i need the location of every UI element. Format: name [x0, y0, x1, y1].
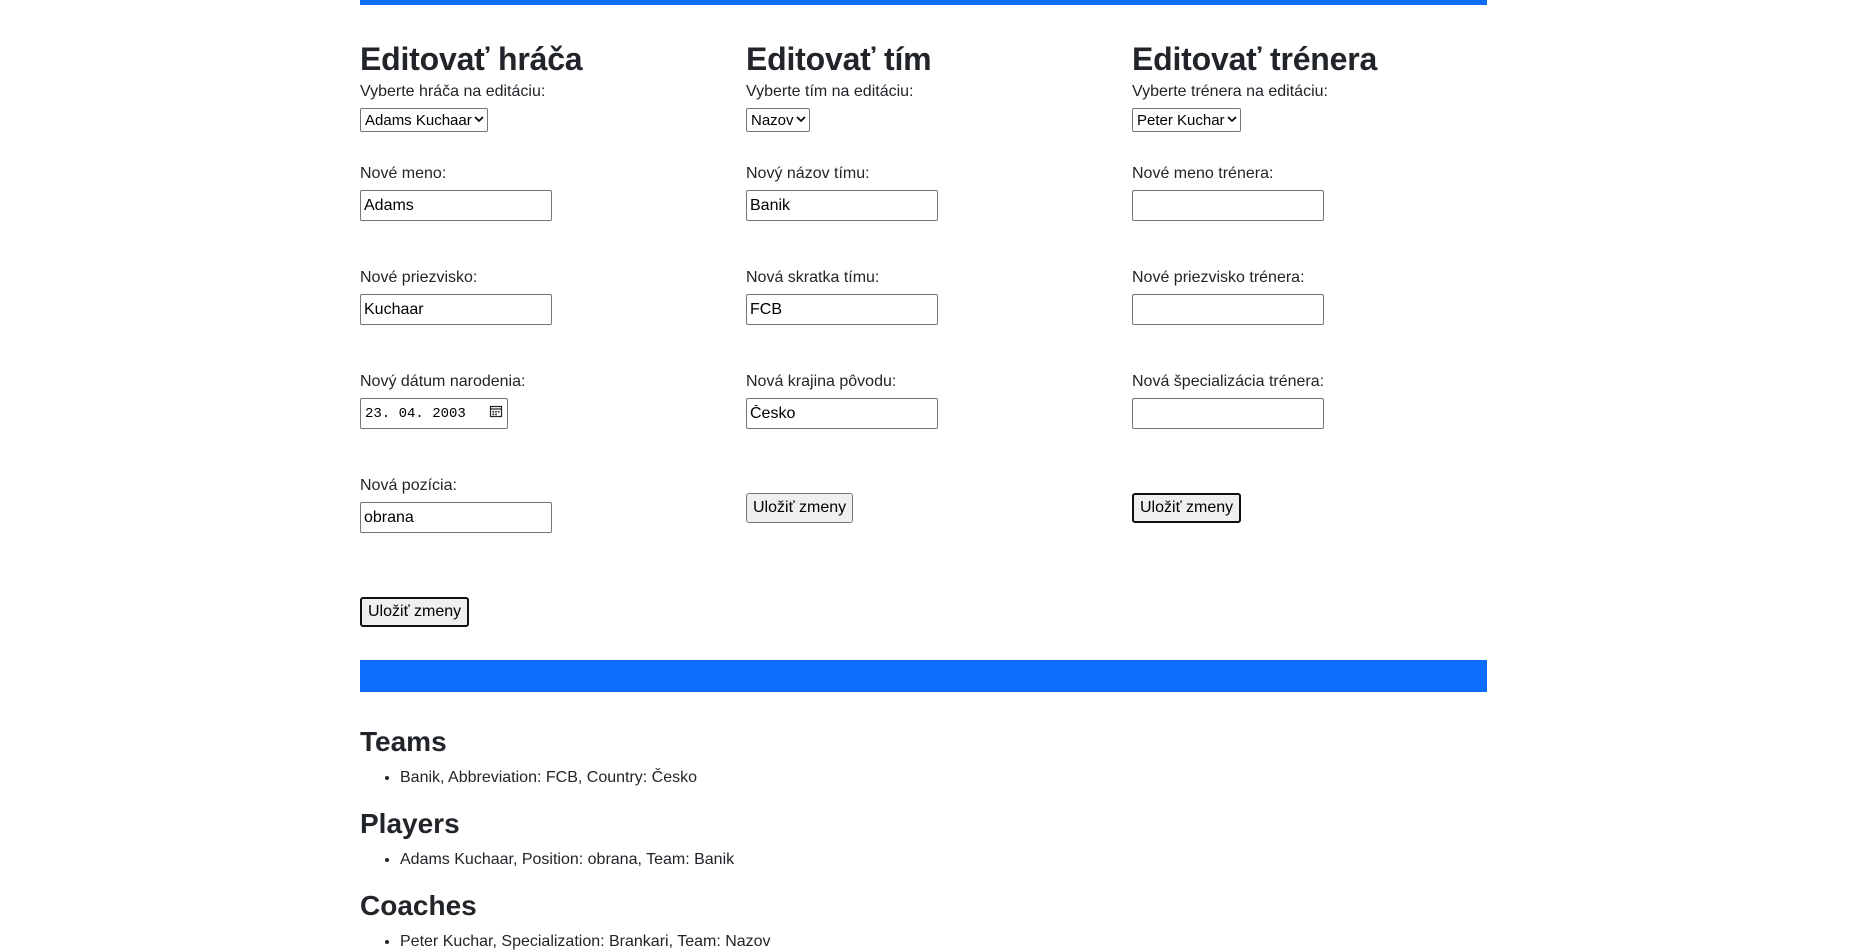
team-abbr-input[interactable]	[746, 294, 938, 325]
players-heading: Players	[360, 808, 460, 839]
player-surname-input[interactable]	[360, 294, 552, 325]
coach-name-input[interactable]	[1132, 190, 1324, 221]
team-form-title: Editovať tím	[746, 41, 932, 77]
player-position-label: Nová pozícia:	[360, 477, 457, 494]
calendar-icon[interactable]	[489, 404, 503, 423]
player-birth-label: Nový dátum narodenia:	[360, 373, 526, 390]
list-item: Peter Kuchar, Specialization: Brankari, …	[400, 932, 1487, 952]
coach-spec-input[interactable]	[1132, 398, 1324, 429]
chevron-down-icon	[1226, 115, 1237, 126]
teams-heading: Teams	[360, 726, 447, 757]
coaches-heading: Coaches	[360, 890, 477, 921]
player-birth-date-value: 23. 04. 2003	[365, 405, 466, 422]
teams-list: Banik, Abbreviation: FCB, Country: Česko	[360, 768, 1487, 788]
player-birth-date-input[interactable]: 23. 04. 2003	[360, 398, 508, 429]
players-list: Adams Kuchaar, Position: obrana, Team: B…	[360, 850, 1487, 870]
team-country-label: Nová krajina pôvodu:	[746, 373, 897, 390]
team-name-label: Nový názov tímu:	[746, 165, 870, 182]
player-select-label: Vyberte hráča na editáciu:	[360, 83, 546, 100]
coach-surname-label: Nové priezvisko trénera:	[1132, 269, 1305, 286]
coach-name-label: Nové meno trénera:	[1132, 165, 1274, 182]
chevron-down-icon	[474, 115, 484, 126]
coach-form-title: Editovať trénera	[1132, 41, 1378, 77]
team-save-button[interactable]: Uložiť zmeny	[746, 493, 854, 523]
top-accent-bar	[360, 0, 1487, 5]
player-save-button[interactable]: Uložiť zmeny	[360, 597, 470, 627]
team-name-input[interactable]	[746, 190, 938, 221]
team-abbr-label: Nová skratka tímu:	[746, 269, 880, 286]
coaches-list: Peter Kuchar, Specialization: Brankari, …	[360, 932, 1487, 952]
list-item: Adams Kuchaar, Position: obrana, Team: B…	[400, 850, 1487, 870]
player-form-title: Editovať hráča	[360, 41, 583, 77]
team-select[interactable]: Nazov	[746, 108, 810, 132]
player-select-value: Adams Kuchaar	[365, 111, 472, 129]
list-item: Banik, Abbreviation: FCB, Country: Česko	[400, 768, 1487, 788]
team-select-value: Nazov	[751, 111, 794, 129]
data-lists: Teams Banik, Abbreviation: FCB, Country:…	[360, 726, 1487, 952]
team-country-input[interactable]	[746, 398, 938, 429]
coach-save-button[interactable]: Uložiť zmeny	[1132, 493, 1242, 523]
coach-spec-label: Nová špecializácia trénera:	[1132, 373, 1325, 390]
player-name-label: Nové meno:	[360, 165, 447, 182]
player-name-input[interactable]	[360, 190, 552, 221]
team-select-label: Vyberte tím na editáciu:	[746, 83, 914, 100]
coach-select[interactable]: Peter Kuchar	[1132, 108, 1241, 132]
coach-select-label: Vyberte trénera na editáciu:	[1132, 83, 1328, 100]
player-position-input[interactable]	[360, 502, 552, 533]
chevron-down-icon	[795, 115, 806, 126]
section-divider-bar	[360, 660, 1487, 692]
coach-select-value: Peter Kuchar	[1137, 111, 1225, 129]
player-surname-label: Nové priezvisko:	[360, 269, 478, 286]
player-select[interactable]: Adams Kuchaar	[360, 108, 488, 132]
coach-surname-input[interactable]	[1132, 294, 1324, 325]
